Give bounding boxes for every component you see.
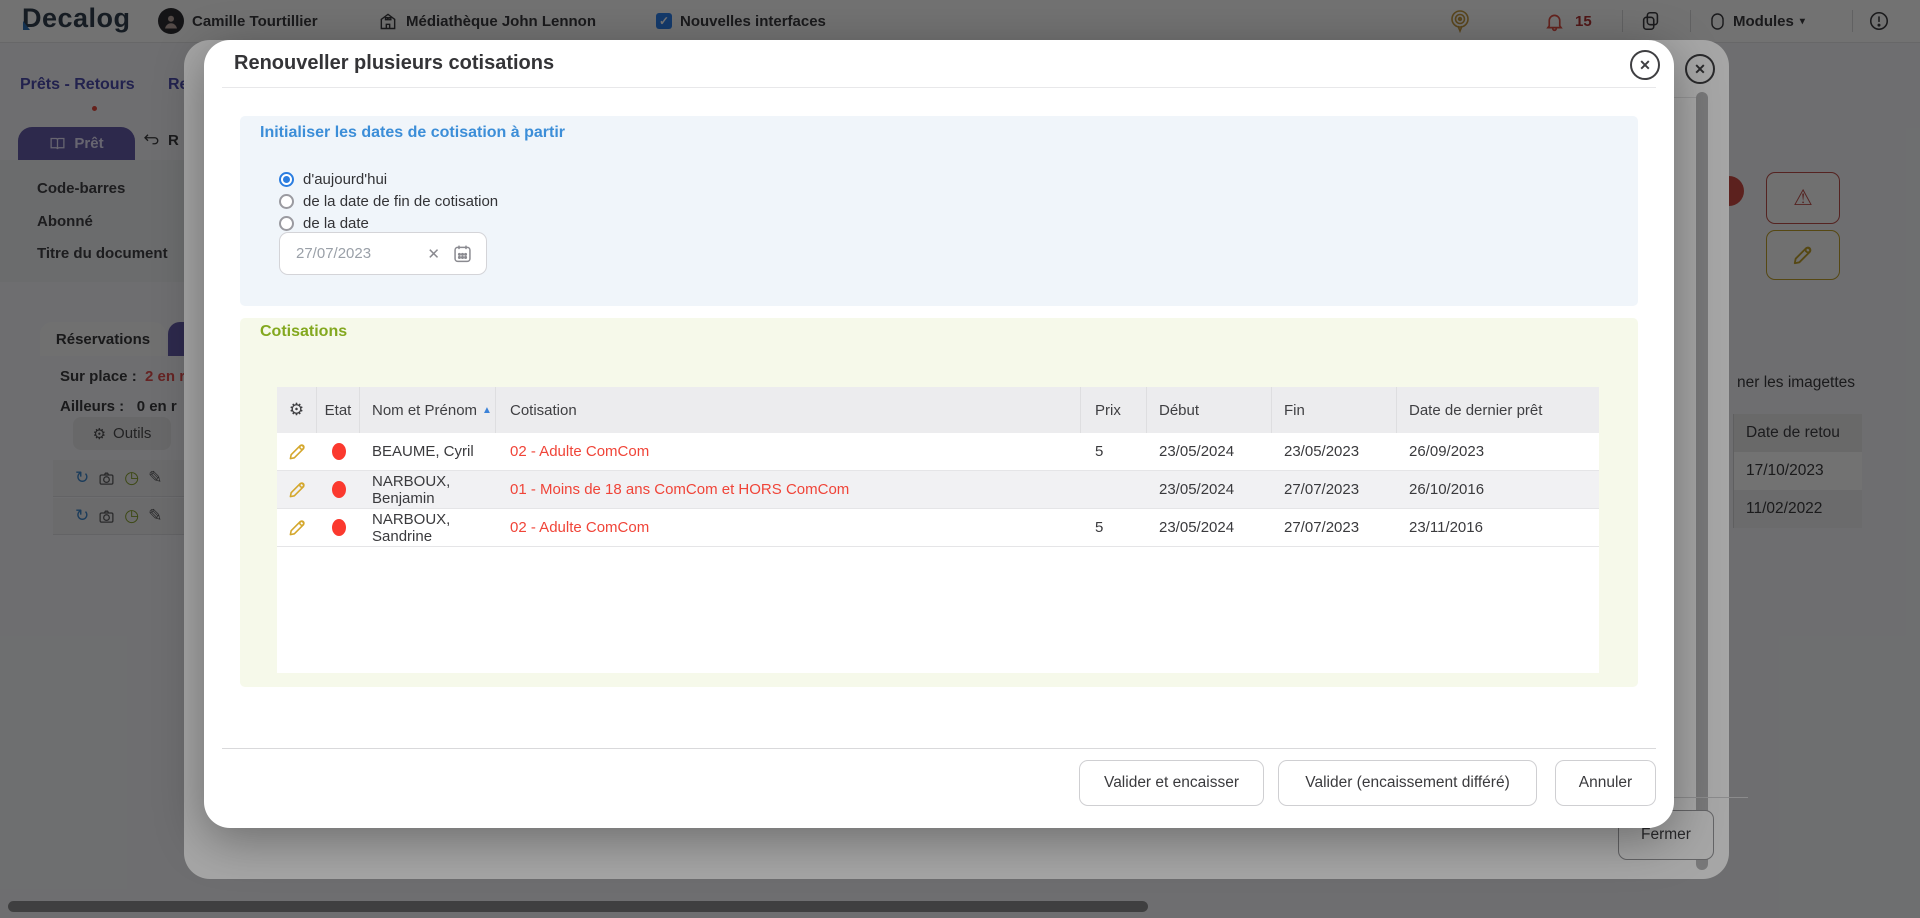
sort-asc-icon: ▲: [482, 405, 492, 416]
row-name-cell: BEAUME, Cyril: [360, 433, 496, 470]
annuler-button[interactable]: Annuler: [1555, 760, 1656, 806]
row-cotisation-cell[interactable]: 02 - Adulte ComCom: [496, 433, 1081, 470]
close-icon[interactable]: ✕: [1630, 50, 1660, 80]
radio-option-end-date[interactable]: de la date de fin de cotisation: [279, 190, 498, 212]
init-section-heading: Initialiser les dates de cotisation à pa…: [260, 124, 565, 142]
divider: [222, 748, 1656, 749]
row-edit-cell[interactable]: [277, 471, 317, 508]
status-red-dot-icon: [332, 519, 346, 536]
row-dernier-pret-cell: 26/10/2016: [1397, 471, 1599, 508]
column-etat[interactable]: Etat: [317, 387, 360, 433]
dialog-header: Renouveller plusieurs cotisations ✕: [204, 40, 1674, 87]
table-header: ⚙ Etat Nom et Prénom▲ Cotisation Prix Dé…: [277, 387, 1599, 433]
column-settings[interactable]: ⚙: [277, 387, 317, 433]
row-fin-cell: 23/05/2023: [1272, 433, 1397, 470]
clear-icon[interactable]: ✕: [427, 245, 440, 263]
row-status-cell: [317, 509, 360, 546]
column-cotisation[interactable]: Cotisation: [496, 387, 1081, 433]
pencil-icon[interactable]: [288, 442, 307, 461]
cotisations-table: ⚙ Etat Nom et Prénom▲ Cotisation Prix Dé…: [277, 387, 1599, 673]
dialog-title: Renouveller plusieurs cotisations: [234, 52, 554, 75]
gear-icon: ⚙: [289, 400, 304, 420]
table-row[interactable]: NARBOUX, Sandrine 02 - Adulte ComCom 5 2…: [277, 509, 1599, 547]
column-prix[interactable]: Prix: [1081, 387, 1147, 433]
column-dernier-pret[interactable]: Date de dernier prêt: [1397, 387, 1599, 433]
cotisations-rows: BEAUME, Cyril 02 - Adulte ComCom 5 23/05…: [277, 433, 1599, 547]
row-prix-cell: 5: [1081, 509, 1147, 546]
column-nom-prenom[interactable]: Nom et Prénom▲: [360, 387, 496, 433]
row-cotisation-cell[interactable]: 01 - Moins de 18 ans ComCom et HORS ComC…: [496, 471, 1081, 508]
row-name-cell: NARBOUX, Benjamin: [360, 471, 496, 508]
table-row[interactable]: NARBOUX, Benjamin 01 - Moins de 18 ans C…: [277, 471, 1599, 509]
row-prix-cell: 5: [1081, 433, 1147, 470]
radio-control[interactable]: [279, 194, 294, 209]
renew-subscriptions-dialog: Renouveller plusieurs cotisations ✕ Init…: [204, 40, 1674, 828]
row-debut-cell: 23/05/2024: [1147, 471, 1272, 508]
row-debut-cell: 23/05/2024: [1147, 509, 1272, 546]
radio-option-today[interactable]: d'aujourd'hui: [279, 168, 387, 190]
row-debut-cell: 23/05/2024: [1147, 433, 1272, 470]
row-edit-cell[interactable]: [277, 509, 317, 546]
calendar-icon[interactable]: [452, 243, 473, 264]
row-prix-cell: [1081, 471, 1147, 508]
radio-option-custom-date[interactable]: de la date: [279, 212, 369, 234]
row-status-cell: [317, 471, 360, 508]
date-input[interactable]: 27/07/2023 ✕: [279, 232, 487, 275]
row-dernier-pret-cell: 26/09/2023: [1397, 433, 1599, 470]
row-edit-cell[interactable]: [277, 433, 317, 470]
date-value: 27/07/2023: [296, 245, 427, 262]
row-dernier-pret-cell: 23/11/2016: [1397, 509, 1599, 546]
pencil-icon[interactable]: [288, 518, 307, 537]
valider-encaisser-button[interactable]: Valider et encaisser: [1079, 760, 1264, 806]
radio-control[interactable]: [279, 172, 294, 187]
radio-control[interactable]: [279, 216, 294, 231]
row-name-cell: NARBOUX, Sandrine: [360, 509, 496, 546]
divider: [222, 87, 1656, 88]
row-fin-cell: 27/07/2023: [1272, 471, 1397, 508]
status-red-dot-icon: [332, 481, 346, 498]
row-status-cell: [317, 433, 360, 470]
status-red-dot-icon: [332, 443, 346, 460]
valider-differe-button[interactable]: Valider (encaissement différé): [1278, 760, 1537, 806]
row-fin-cell: 27/07/2023: [1272, 509, 1397, 546]
cotisations-section: Cotisations ⚙ Etat Nom et Prénom▲ Cotisa…: [240, 318, 1638, 687]
column-debut[interactable]: Début: [1147, 387, 1272, 433]
table-row[interactable]: BEAUME, Cyril 02 - Adulte ComCom 5 23/05…: [277, 433, 1599, 471]
cotisations-heading: Cotisations: [260, 323, 347, 341]
init-dates-section: Initialiser les dates de cotisation à pa…: [240, 116, 1638, 306]
row-cotisation-cell[interactable]: 02 - Adulte ComCom: [496, 509, 1081, 546]
pencil-icon[interactable]: [288, 480, 307, 499]
column-fin[interactable]: Fin: [1272, 387, 1397, 433]
